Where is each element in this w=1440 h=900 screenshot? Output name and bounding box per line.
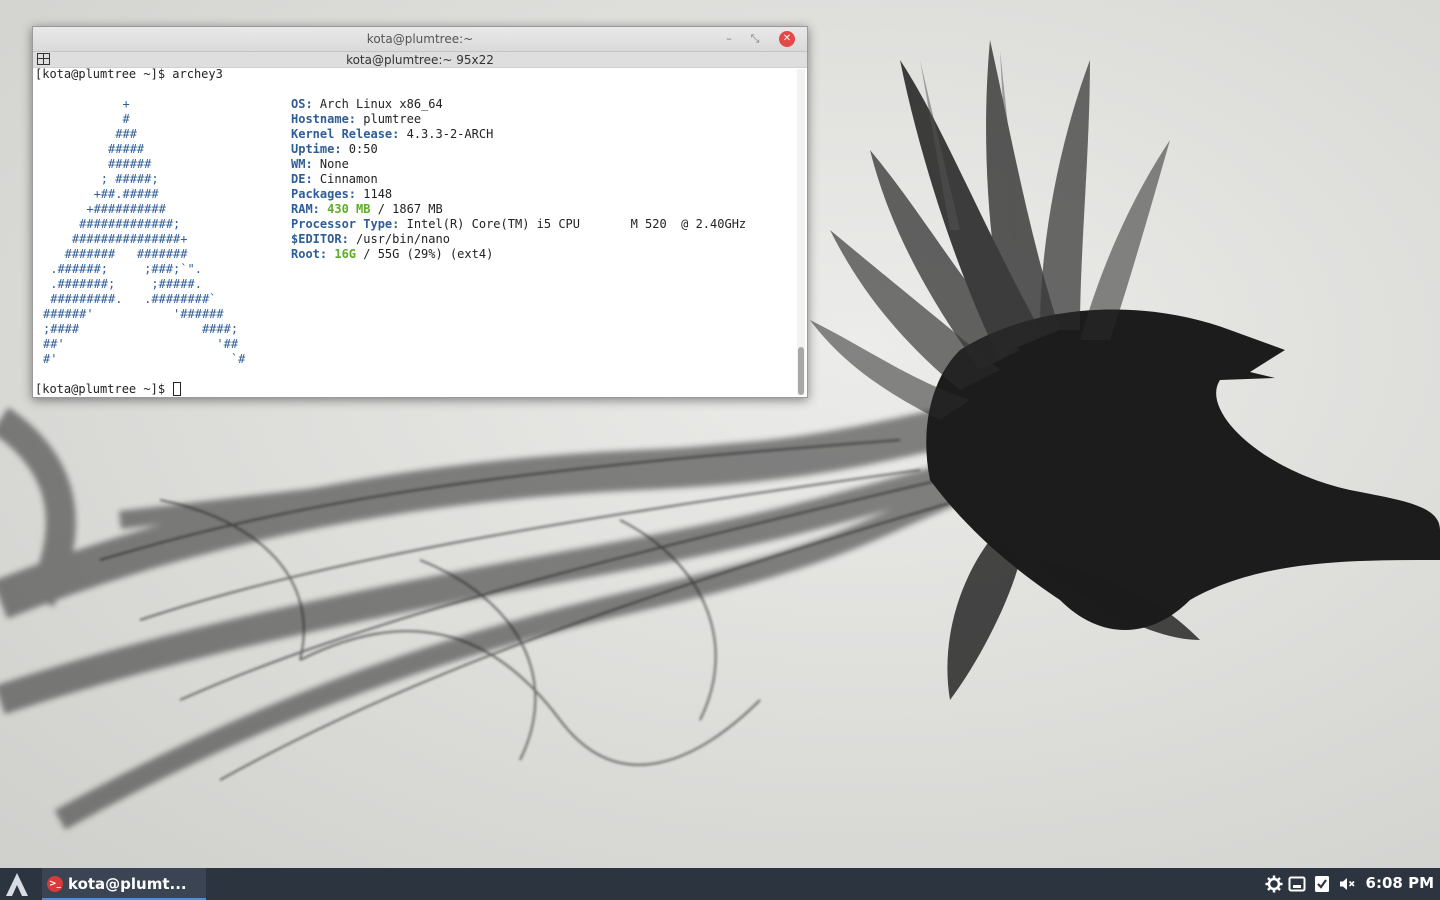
sysinfo-label: Root: xyxy=(291,247,328,261)
terminal-infobar: kota@plumtree:~ 95x22 xyxy=(33,52,807,68)
terminal-size-info: kota@plumtree:~ 95x22 xyxy=(346,53,494,67)
minimize-button[interactable]: – xyxy=(721,31,737,47)
terminal-window[interactable]: kota@plumtree:~ – ⤡ ✕ kota@plumtree:~ 95… xyxy=(32,26,808,398)
terminal-app-icon: >_ xyxy=(47,876,63,892)
sysinfo-row: RAM: 430 MB / 1867 MB xyxy=(291,202,746,217)
sysinfo-value: plumtree xyxy=(356,112,422,126)
sysinfo-label: WM: xyxy=(291,157,313,171)
sysinfo-label: RAM: xyxy=(291,202,320,216)
shell-prompt: [kota@plumtree ~]$ xyxy=(35,382,173,396)
arch-menu-icon[interactable] xyxy=(0,868,34,900)
sysinfo-row: Root: 16G / 55G (29%) (ext4) xyxy=(291,247,746,262)
sysinfo-highlight: 16G xyxy=(327,247,357,261)
sysinfo-value: 0:50 xyxy=(341,142,378,156)
sysinfo-row: OS: Arch Linux x86_64 xyxy=(291,97,746,112)
volume-muted-icon[interactable] xyxy=(1338,875,1356,893)
sysinfo-row: $EDITOR: /usr/bin/nano xyxy=(291,232,746,247)
sysinfo-label: Packages: xyxy=(291,187,357,201)
sysinfo-value: Cinnamon xyxy=(312,172,378,186)
removable-drive-icon[interactable] xyxy=(1288,875,1306,893)
system-info: OS: Arch Linux x86_64 Hostname: plumtree K… xyxy=(291,97,746,262)
sysinfo-row: WM: None xyxy=(291,157,746,172)
sysinfo-row: Uptime: 0:50 xyxy=(291,142,746,157)
close-button[interactable]: ✕ xyxy=(779,31,795,47)
sysinfo-highlight: 430 MB xyxy=(319,202,371,216)
sysinfo-row: Packages: 1148 xyxy=(291,187,746,202)
window-title: kota@plumtree:~ xyxy=(366,32,474,46)
sysinfo-value: Arch Linux x86_64 xyxy=(312,97,443,111)
sysinfo-value: Intel(R) Core(TM) i5 CPU M 520 @ 2.40GHz xyxy=(399,217,747,231)
taskbar-clock[interactable]: 6:08 PM xyxy=(1366,874,1434,892)
sysinfo-label: $EDITOR: xyxy=(291,232,349,246)
window-titlebar[interactable]: kota@plumtree:~ – ⤡ ✕ xyxy=(33,27,807,52)
sysinfo-label: Uptime: xyxy=(291,142,342,156)
sysinfo-label: Kernel Release: xyxy=(291,127,400,141)
taskbar-window-label: kota@plumt... xyxy=(68,875,187,893)
settings-gear-icon[interactable] xyxy=(1265,875,1283,893)
taskbar-window-button[interactable]: >_ kota@plumt... xyxy=(42,868,206,900)
sysinfo-value: 1148 xyxy=(356,187,393,201)
terminal-scrollbar[interactable] xyxy=(797,69,805,395)
scrollbar-thumb[interactable] xyxy=(798,347,804,395)
sysinfo-row: DE: Cinnamon xyxy=(291,172,746,187)
arch-ascii-logo: + # ### ##### ###### ; #####; +##.##### … xyxy=(43,97,246,366)
sysinfo-label: DE: xyxy=(291,172,313,186)
sysinfo-value: 4.3.3-2-ARCH xyxy=(399,127,494,141)
sysinfo-label: Hostname: xyxy=(291,112,357,126)
update-check-icon[interactable] xyxy=(1313,875,1331,893)
taskbar-panel: >_ kota@plumt... 6:08 PM xyxy=(0,868,1440,900)
text-cursor xyxy=(173,382,182,396)
sysinfo-row: Hostname: plumtree xyxy=(291,112,746,127)
sysinfo-label: Processor Type: xyxy=(291,217,400,231)
sysinfo-value: / 55G (29%) (ext4) xyxy=(356,247,494,261)
sysinfo-value: /usr/bin/nano xyxy=(348,232,450,246)
sysinfo-value: None xyxy=(312,157,349,171)
sysinfo-row: Processor Type: Intel(R) Core(TM) i5 CPU… xyxy=(291,217,746,232)
terminal-output[interactable]: [kota@plumtree ~]$ archey3 + # ### #####… xyxy=(35,67,797,397)
prompt-line: [kota@plumtree ~]$ xyxy=(35,382,182,397)
command-line: [kota@plumtree ~]$ archey3 xyxy=(35,67,223,81)
sysinfo-label: OS: xyxy=(291,97,313,111)
sysinfo-row: Kernel Release: 4.3.3-2-ARCH xyxy=(291,127,746,142)
maximize-button[interactable]: ⤡ xyxy=(747,31,763,47)
sysinfo-value: / 1867 MB xyxy=(370,202,443,216)
